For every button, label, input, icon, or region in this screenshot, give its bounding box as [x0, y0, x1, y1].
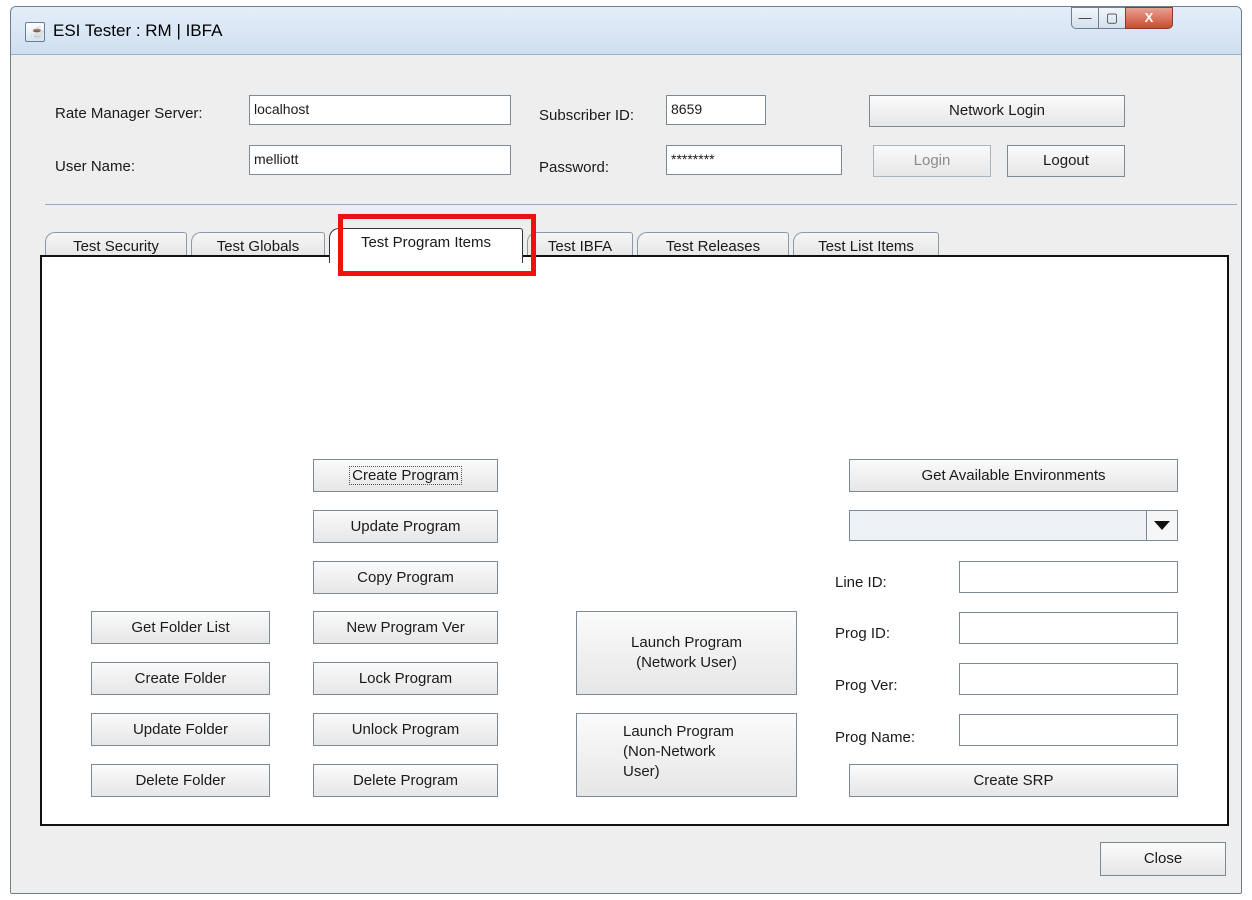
get-available-environments-button[interactable]: Get Available Environments	[849, 459, 1178, 492]
line-id-input[interactable]	[959, 561, 1178, 593]
login-button[interactable]: Login	[873, 145, 991, 177]
unlock-program-button[interactable]: Unlock Program	[313, 713, 498, 746]
prog-ver-input[interactable]	[959, 663, 1178, 695]
lock-program-button[interactable]: Lock Program	[313, 662, 498, 695]
get-folder-list-button[interactable]: Get Folder List	[91, 611, 270, 644]
prog-name-label: Prog Name:	[835, 729, 916, 746]
line-id-label: Line ID:	[835, 574, 887, 591]
java-app-icon: ☕	[25, 22, 45, 42]
tab-highlight-box	[338, 214, 536, 276]
network-login-button[interactable]: Network Login	[869, 95, 1125, 127]
launch-network-line2: (Network User)	[636, 654, 737, 671]
user-name-label: User Name:	[55, 158, 136, 175]
launch-program-non-network-button[interactable]: Launch Program (Non-Network User)	[576, 713, 797, 797]
prog-id-input[interactable]	[959, 612, 1178, 644]
create-folder-button[interactable]: Create Folder	[91, 662, 270, 695]
copy-program-button[interactable]: Copy Program	[313, 561, 498, 594]
server-input[interactable]: localhost	[249, 95, 511, 125]
subscriber-id-input[interactable]: 8659	[666, 95, 766, 125]
close-button[interactable]: Close	[1100, 842, 1226, 876]
logout-button[interactable]: Logout	[1007, 145, 1125, 177]
window-title: ESI Tester : RM | IBFA	[53, 21, 223, 40]
delete-program-button[interactable]: Delete Program	[313, 764, 498, 797]
launch-non-network-line1: Launch Program	[623, 723, 734, 740]
environment-select[interactable]	[849, 510, 1178, 541]
server-label: Rate Manager Server:	[55, 105, 203, 122]
user-name-input[interactable]: melliott	[249, 145, 511, 175]
create-program-label: Create Program	[349, 466, 462, 485]
password-label: Password:	[539, 159, 610, 176]
launch-network-line1: Launch Program	[631, 634, 742, 651]
prog-id-label: Prog ID:	[835, 625, 891, 642]
launch-program-network-button[interactable]: Launch Program (Network User)	[576, 611, 797, 695]
chevron-down-icon	[1154, 521, 1170, 530]
close-window-button[interactable]: X	[1125, 7, 1173, 29]
maximize-button[interactable]: ▢	[1098, 7, 1126, 29]
new-program-ver-button[interactable]: New Program Ver	[313, 611, 498, 644]
title-bar[interactable]: ☕ ESI Tester : RM | IBFA — ▢ X	[11, 7, 1241, 55]
prog-ver-label: Prog Ver:	[835, 677, 898, 694]
subscriber-id-label: Subscriber ID:	[539, 107, 635, 124]
app-window: ☕ ESI Tester : RM | IBFA — ▢ X Rate Mana…	[10, 6, 1242, 894]
create-srp-button[interactable]: Create SRP	[849, 764, 1178, 797]
delete-folder-button[interactable]: Delete Folder	[91, 764, 270, 797]
update-program-button[interactable]: Update Program	[313, 510, 498, 543]
separator	[45, 204, 1237, 205]
create-program-button[interactable]: Create Program	[313, 459, 498, 492]
launch-non-network-line2: (Non-Network	[623, 743, 716, 760]
environment-dropdown-button[interactable]	[1146, 511, 1177, 540]
minimize-button[interactable]: —	[1071, 7, 1099, 29]
tab-content-panel: Get Folder List Create Folder Update Fol…	[40, 255, 1229, 826]
password-input[interactable]: ********	[666, 145, 842, 175]
update-folder-button[interactable]: Update Folder	[91, 713, 270, 746]
prog-name-input[interactable]	[959, 714, 1178, 746]
launch-non-network-line3: User)	[623, 763, 660, 780]
